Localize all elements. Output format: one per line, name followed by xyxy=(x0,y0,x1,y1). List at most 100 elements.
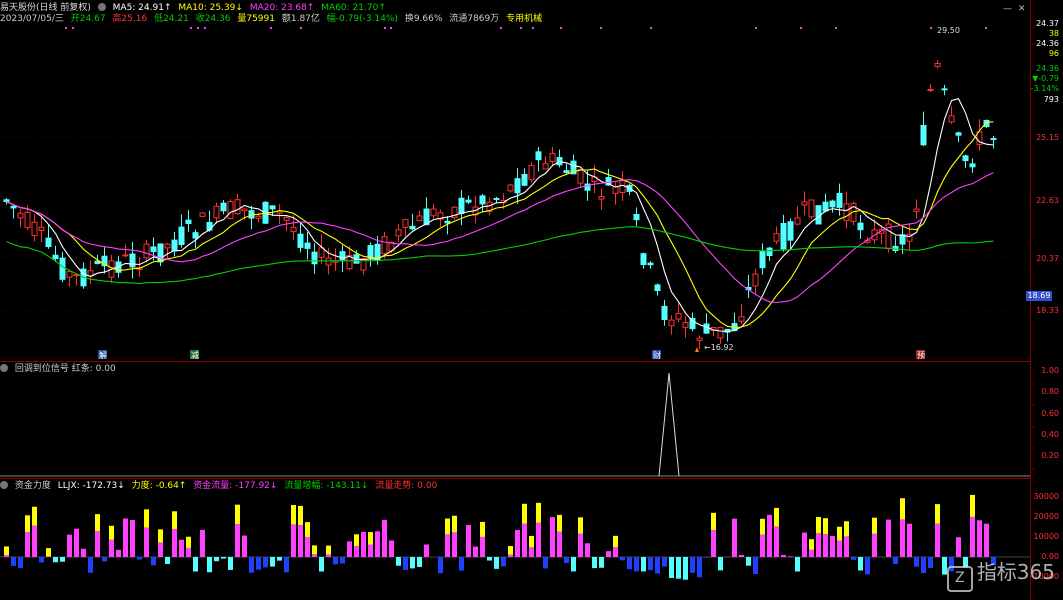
candle-body xyxy=(227,201,234,220)
signal-dot xyxy=(835,27,837,29)
candle-body xyxy=(696,337,703,341)
capital-bar xyxy=(445,518,450,535)
capital-bar xyxy=(347,541,352,557)
capital-bar xyxy=(886,519,891,557)
ma20-label: MA20: 23.68↑ xyxy=(249,3,315,13)
capital-bar xyxy=(263,557,268,568)
capital-bar xyxy=(480,521,485,537)
close-icon[interactable]: ✕ xyxy=(1018,4,1026,14)
capital-bar xyxy=(641,557,646,572)
settings-icon[interactable] xyxy=(97,3,106,11)
signal-header: 回调到位信号 红条: 0.00 xyxy=(0,363,120,375)
open-label: 开24.67 xyxy=(70,14,106,24)
capital-bar xyxy=(760,534,765,557)
capital-bar xyxy=(515,530,520,557)
capital-bar xyxy=(445,534,450,557)
candle-body xyxy=(339,251,346,261)
settings-icon[interactable] xyxy=(0,364,8,372)
candle-body xyxy=(444,220,451,224)
change-label: 幅-0.79(-3.14%) xyxy=(326,14,398,24)
watermark: Z 指标365 xyxy=(946,556,1055,592)
capital-bar xyxy=(305,537,310,557)
info-vol3: 793 xyxy=(1043,95,1059,104)
candle-body xyxy=(171,239,178,252)
candle-body xyxy=(647,262,654,266)
settings-icon[interactable] xyxy=(0,481,8,489)
capital-bar xyxy=(536,522,541,557)
candle-body xyxy=(689,318,696,330)
capital-bar xyxy=(144,509,149,528)
float-label: 流通7869万 xyxy=(449,14,500,24)
capital-bar xyxy=(60,557,65,562)
candle-body xyxy=(178,226,185,245)
date-label: 2023/07/05/三 xyxy=(0,14,64,24)
capital-bar xyxy=(410,557,415,569)
chart-canvas[interactable]: 解 减 财 预 29.50 ←16.92 xyxy=(0,0,1063,600)
capital-bar xyxy=(221,557,226,559)
capital-bar xyxy=(872,533,877,557)
axis-tick: 0.80 xyxy=(1041,387,1059,396)
capital-bar xyxy=(676,557,681,579)
capital-bar xyxy=(270,557,275,567)
ma60-line xyxy=(6,226,994,285)
candle-body xyxy=(493,197,500,200)
event-marker-label: 解 xyxy=(99,350,107,360)
candle-body xyxy=(941,88,948,91)
ma10-line xyxy=(6,121,994,328)
signal-spike xyxy=(658,372,680,477)
candle-body xyxy=(801,201,808,206)
capital-bar xyxy=(970,494,975,517)
candle-body xyxy=(311,251,318,265)
capital-bar xyxy=(837,526,842,541)
candle-body xyxy=(416,215,423,222)
axis-tick: 22.63 xyxy=(1036,196,1059,205)
capital-bar xyxy=(298,505,303,526)
candle-body xyxy=(241,208,248,212)
candle-body xyxy=(157,243,164,263)
candle-body xyxy=(213,205,220,219)
capital-bar xyxy=(767,514,772,557)
capital-bar xyxy=(508,554,513,557)
capital-bar xyxy=(95,514,100,532)
capital-bar xyxy=(67,534,72,557)
capital-bar xyxy=(830,536,835,557)
capital-bar xyxy=(606,551,611,557)
candle-body xyxy=(948,115,955,123)
capital-bar xyxy=(158,529,163,543)
event-marker-label: 预 xyxy=(917,350,925,360)
capital-bar xyxy=(319,557,324,572)
capital-bar xyxy=(620,557,625,561)
capital-bar xyxy=(102,557,107,562)
capital-bar xyxy=(25,515,30,533)
capital-bar xyxy=(242,535,247,557)
signal-dot xyxy=(650,27,652,29)
capital-bar xyxy=(326,554,331,557)
candle-body xyxy=(283,216,290,221)
capital-bar xyxy=(172,511,177,530)
candle-body xyxy=(66,271,73,278)
capital-bar xyxy=(116,549,121,557)
capital-bar xyxy=(809,539,814,550)
capital-bar xyxy=(977,520,982,557)
signal-dot xyxy=(270,27,272,29)
capital-bar xyxy=(914,557,919,567)
axis-tick: 1.00 xyxy=(1041,366,1059,375)
axis-tick: 0.20 xyxy=(1041,451,1059,460)
capital-bar xyxy=(522,503,527,524)
capital-bar xyxy=(368,544,373,557)
candle-body xyxy=(542,163,549,170)
signal-dot xyxy=(204,27,206,29)
capital-bar xyxy=(844,521,849,537)
minimize-icon[interactable]: — xyxy=(1003,4,1012,14)
capital-bar xyxy=(417,557,422,567)
candle-body xyxy=(164,243,171,249)
low-label: 低24.21 xyxy=(154,14,189,24)
candle-body xyxy=(759,250,766,269)
candle-body xyxy=(654,284,661,292)
signal-dot xyxy=(190,27,192,29)
capital-bar xyxy=(851,557,856,560)
candle-body xyxy=(577,169,584,184)
capital-bar xyxy=(774,507,779,527)
candle-body xyxy=(304,242,311,249)
panel-divider-1 xyxy=(0,361,1030,362)
